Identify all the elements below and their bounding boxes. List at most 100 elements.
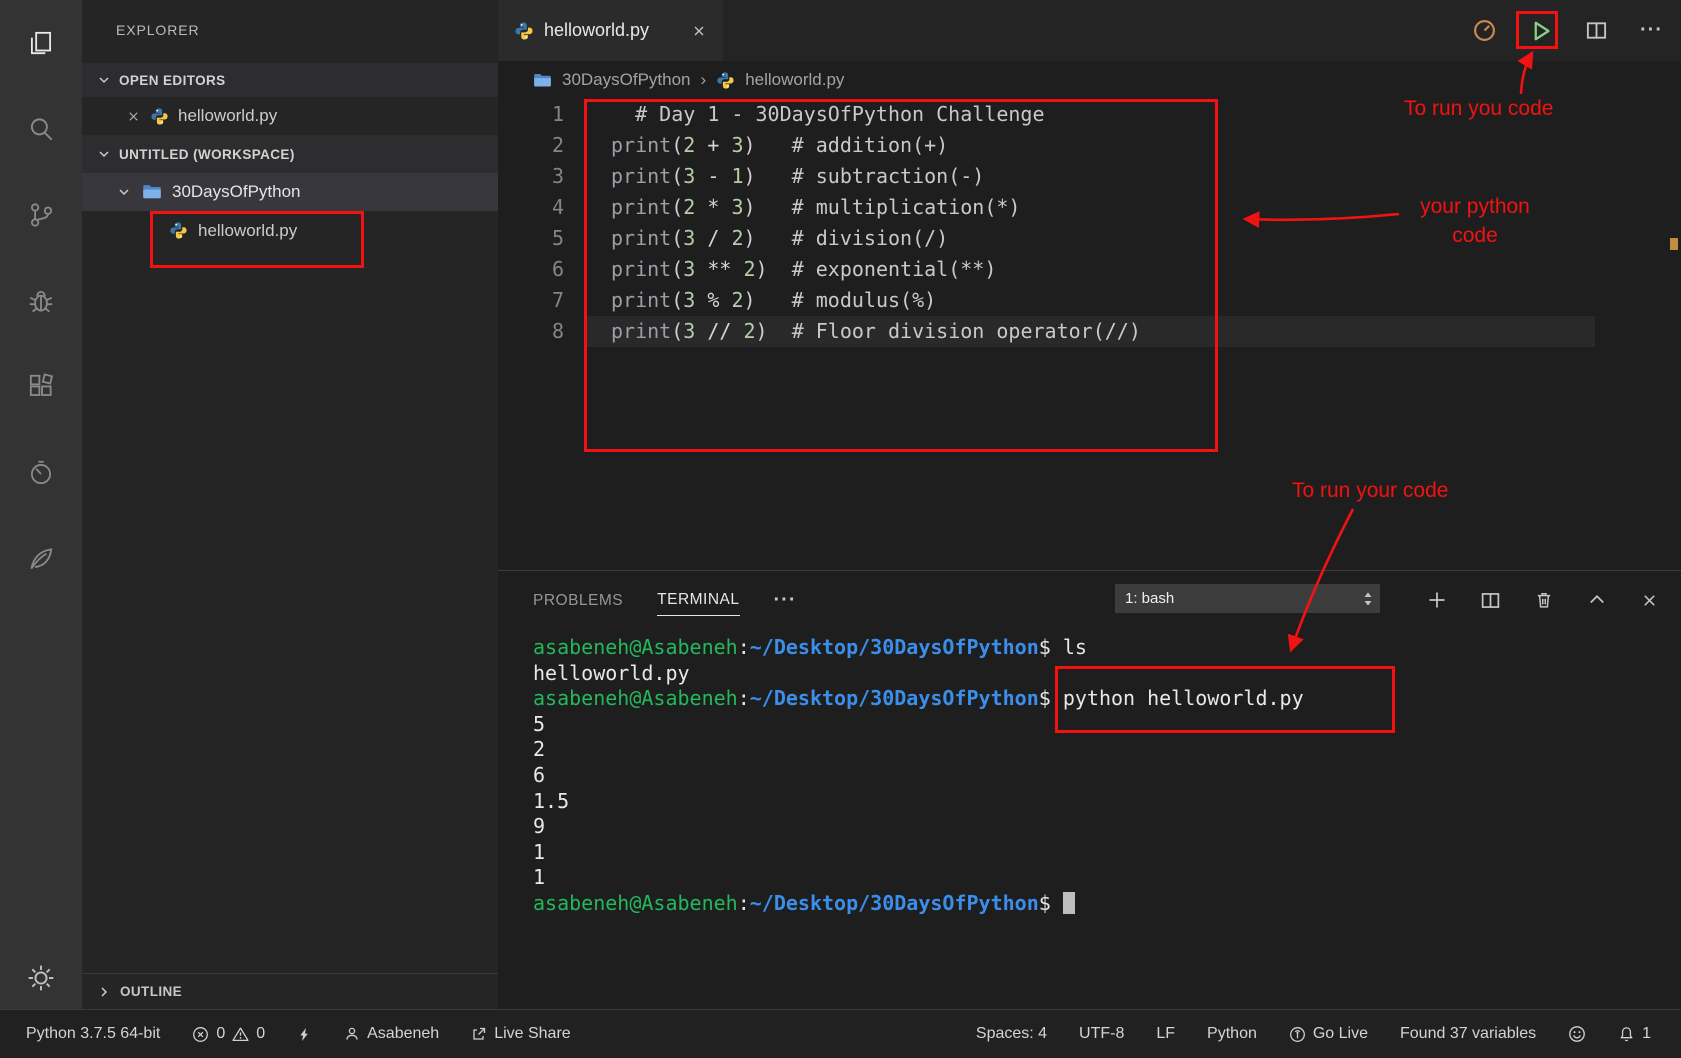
tab-helloworld[interactable]: helloworld.py	[498, 0, 723, 61]
terminal-line: 1	[533, 865, 1671, 891]
run-button[interactable]	[1529, 19, 1553, 43]
git-branch-icon	[26, 200, 56, 230]
terminal-cursor	[1063, 892, 1075, 914]
activity-explorer[interactable]	[0, 0, 82, 86]
breadcrumb-folder[interactable]: 30DaysOfPython	[562, 70, 691, 90]
sidebar-explorer: EXPLORER OPEN EDITORS helloworld.py UNTI…	[82, 0, 498, 1009]
maximize-panel-icon[interactable]	[1587, 590, 1607, 610]
status-encoding[interactable]: UTF-8	[1063, 1010, 1140, 1058]
python-file-icon	[514, 21, 534, 41]
status-problems[interactable]: 0 0	[176, 1010, 281, 1058]
activity-source-control[interactable]	[0, 172, 82, 258]
status-eol[interactable]: LF	[1140, 1010, 1191, 1058]
panel-actions	[1427, 571, 1659, 629]
breadcrumb-file[interactable]: helloworld.py	[745, 70, 844, 90]
code-line[interactable]: 8print(3 // 2) # Floor division operator…	[498, 316, 1681, 347]
status-python-version[interactable]: Python 3.7.5 64-bit	[10, 1010, 176, 1058]
status-account[interactable]: Asabeneh	[328, 1010, 455, 1058]
editor-actions: ···	[1472, 0, 1663, 61]
close-icon[interactable]	[126, 109, 141, 124]
overview-ruler-marker	[1670, 238, 1678, 250]
code-line[interactable]: 2print(2 + 3) # addition(+)	[498, 130, 1681, 161]
python-file-icon	[716, 71, 735, 90]
section-label: UNTITLED (WORKSPACE)	[119, 147, 295, 162]
stopwatch-icon	[26, 458, 56, 488]
code-lines: 1 # Day 1 - 30DaysOfPython Challenge2pri…	[498, 99, 1681, 347]
editor-tab-bar: helloworld.py ···	[498, 0, 1681, 61]
breadcrumb-separator: ›	[701, 70, 707, 90]
code-line[interactable]: 5print(3 / 2) # division(/)	[498, 223, 1681, 254]
terminal-output: asabeneh@Asabeneh:~/Desktop/30DaysOfPyth…	[533, 635, 1671, 917]
line-number: 3	[498, 161, 584, 192]
line-number: 4	[498, 192, 584, 223]
select-arrows-icon	[1362, 590, 1374, 608]
code-line[interactable]: 7print(3 % 2) # modulus(%)	[498, 285, 1681, 316]
activity-settings[interactable]	[0, 963, 82, 993]
status-indentation[interactable]: Spaces: 4	[960, 1010, 1063, 1058]
terminal[interactable]: asabeneh@Asabeneh:~/Desktop/30DaysOfPyth…	[533, 635, 1671, 1009]
terminal-line: asabeneh@Asabeneh:~/Desktop/30DaysOfPyth…	[533, 891, 1671, 917]
bottom-panel: PROBLEMS TERMINAL ··· 1: bash	[498, 570, 1681, 1009]
split-editor-icon[interactable]	[1585, 19, 1608, 42]
tree-file-helloworld[interactable]: helloworld.py	[82, 211, 498, 250]
tree-folder-30daysofpython[interactable]: 30DaysOfPython	[82, 173, 498, 211]
terminal-line: 2	[533, 737, 1671, 763]
section-outline[interactable]: OUTLINE	[82, 973, 498, 1009]
terminal-shell-select[interactable]: 1: bash	[1115, 584, 1380, 613]
line-number: 5	[498, 223, 584, 254]
activity-extensions[interactable]	[0, 344, 82, 430]
status-feedback[interactable]	[1552, 1010, 1602, 1058]
activity-stopwatch[interactable]	[0, 430, 82, 516]
code-line[interactable]: 6print(3 ** 2) # exponential(**)	[498, 254, 1681, 285]
status-variables[interactable]: Found 37 variables	[1384, 1010, 1552, 1058]
new-terminal-icon[interactable]	[1427, 590, 1447, 610]
editor-group: helloworld.py ··· 30DaysOfPython ›	[498, 0, 1681, 1009]
error-icon	[192, 1026, 209, 1043]
activity-run-debug[interactable]	[0, 258, 82, 344]
python-version-label: Python 3.7.5 64-bit	[26, 1025, 160, 1043]
open-editor-item[interactable]: helloworld.py	[82, 97, 498, 135]
files-icon	[26, 28, 56, 58]
activity-feather[interactable]	[0, 516, 82, 602]
folder-icon	[142, 182, 162, 202]
status-go-live[interactable]: Go Live	[1273, 1010, 1384, 1058]
line-number: 6	[498, 254, 584, 285]
split-terminal-icon[interactable]	[1480, 590, 1501, 611]
chevron-down-icon	[96, 72, 112, 88]
folder-name: 30DaysOfPython	[172, 182, 301, 202]
smiley-icon	[1568, 1025, 1586, 1043]
tab-terminal[interactable]: TERMINAL	[657, 584, 739, 616]
activity-search[interactable]	[0, 86, 82, 172]
tab-problems[interactable]: PROBLEMS	[533, 585, 623, 616]
more-actions-icon[interactable]: ···	[1640, 19, 1663, 42]
eol-label: LF	[1156, 1025, 1175, 1043]
code-line[interactable]: 1 # Day 1 - 30DaysOfPython Challenge	[498, 99, 1681, 130]
section-open-editors[interactable]: OPEN EDITORS	[82, 63, 498, 97]
status-notifications[interactable]: 1	[1602, 1010, 1667, 1058]
close-icon[interactable]	[691, 23, 707, 39]
chevron-down-icon	[96, 146, 112, 162]
code-line[interactable]: 3print(3 - 1) # subtraction(-)	[498, 161, 1681, 192]
status-bar: Python 3.7.5 64-bit 0 0 Asabeneh	[0, 1009, 1681, 1058]
language-label: Python	[1207, 1025, 1257, 1043]
status-right: Spaces: 4 UTF-8 LF Python Go Live Found …	[960, 1010, 1667, 1058]
terminal-line: 5	[533, 712, 1671, 738]
status-lightning[interactable]	[281, 1010, 328, 1058]
terminal-line: asabeneh@Asabeneh:~/Desktop/30DaysOfPyth…	[533, 635, 1671, 661]
code-line[interactable]: 4print(2 * 3) # multiplication(*)	[498, 192, 1681, 223]
status-live-share[interactable]: Live Share	[455, 1010, 587, 1058]
encoding-label: UTF-8	[1079, 1025, 1124, 1043]
trash-icon[interactable]	[1534, 590, 1554, 610]
chevron-right-icon	[96, 984, 112, 1000]
section-workspace[interactable]: UNTITLED (WORKSPACE)	[82, 135, 498, 173]
spaces-label: Spaces: 4	[976, 1025, 1047, 1043]
panel-more-icon[interactable]: ···	[774, 589, 797, 612]
panel-tabs: PROBLEMS TERMINAL ···	[533, 571, 797, 629]
warning-count: 0	[256, 1025, 265, 1043]
status-language[interactable]: Python	[1191, 1010, 1273, 1058]
go-live-label: Go Live	[1313, 1025, 1368, 1043]
code-editor[interactable]: 1 # Day 1 - 30DaysOfPython Challenge2pri…	[498, 99, 1681, 570]
python-file-icon	[150, 107, 169, 126]
clock-icon[interactable]	[1472, 18, 1497, 43]
close-panel-icon[interactable]	[1640, 591, 1659, 610]
